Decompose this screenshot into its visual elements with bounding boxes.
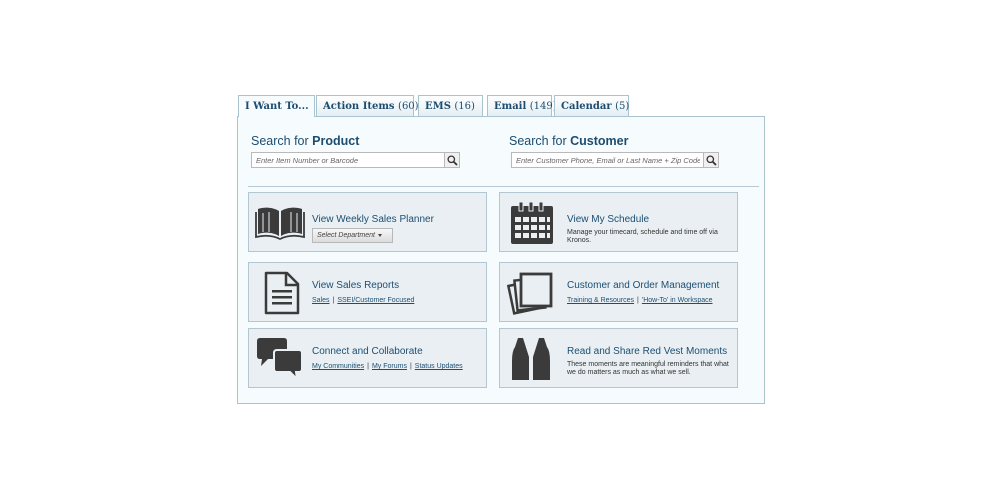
how-to-workspace-link[interactable]: 'How-To' in Workspace: [642, 297, 713, 304]
sales-planner-card: View Weekly Sales Planner Select Departm…: [248, 192, 487, 252]
search-icon: [705, 154, 717, 166]
tab-email[interactable]: Email (149): [487, 95, 557, 116]
collaborate-card: Connect and Collaborate My Communities | M…: [248, 328, 487, 388]
tab-action-items[interactable]: Action Items (60): [316, 95, 419, 116]
product-search-box: [251, 152, 460, 168]
order-management-title[interactable]: Customer and Order Management: [567, 280, 719, 291]
red-vest-description: These moments are meaningful reminders t…: [567, 361, 729, 376]
sales-planner-title[interactable]: View Weekly Sales Planner: [312, 214, 434, 225]
schedule-description: Manage your timecard, schedule and time …: [567, 229, 718, 244]
product-search-title-bold: Product: [312, 134, 360, 148]
link-separator: |: [637, 297, 639, 304]
document-icon: [264, 271, 300, 315]
tab-panel: Search for Product Search for Customer: [237, 116, 765, 404]
tab-ems[interactable]: EMS (16): [418, 95, 483, 116]
search-icon: [446, 154, 458, 166]
red-vest-card: Read and Share Red Vest Moments These mo…: [499, 328, 738, 388]
ssei-customer-focused-link[interactable]: SSEI/Customer Focused: [337, 297, 414, 304]
vest-icon: [512, 338, 550, 380]
link-separator: |: [332, 297, 335, 304]
my-communities-link[interactable]: My Communities: [312, 363, 364, 370]
tab-count: (60): [398, 101, 419, 112]
order-management-card: Customer and Order Management Training &…: [499, 262, 738, 322]
my-forums-link[interactable]: My Forums: [372, 363, 407, 370]
tab-count: (16): [454, 101, 475, 112]
collaborate-links: My Communities | My Forums | Status Updates: [312, 363, 463, 370]
sales-link[interactable]: Sales: [312, 297, 330, 304]
stacked-pages-icon: [506, 272, 553, 315]
schedule-title[interactable]: View My Schedule: [567, 214, 649, 225]
product-search-title: Search for Product: [251, 134, 359, 148]
chat-bubbles-icon: [257, 338, 303, 381]
tab-label: I Want To...: [245, 101, 309, 112]
chevron-down-icon: [377, 233, 382, 237]
customer-search-title: Search for Customer: [509, 134, 628, 148]
link-separator: |: [409, 363, 412, 370]
section-divider: [248, 186, 759, 187]
sales-reports-card: View Sales Reports Sales | SSEI/Customer F…: [248, 262, 487, 322]
training-resources-link[interactable]: Training & Resources: [567, 297, 634, 304]
tab-calendar[interactable]: Calendar (5): [554, 95, 629, 116]
customer-search-input[interactable]: [512, 153, 704, 167]
collaborate-title[interactable]: Connect and Collaborate: [312, 346, 423, 357]
customer-search-title-bold: Customer: [570, 134, 629, 148]
customer-search-button[interactable]: [703, 153, 718, 167]
customer-search-title-prefix: Search for: [509, 134, 571, 148]
select-department-dropdown[interactable]: Select Department: [312, 228, 393, 243]
calendar-icon: [511, 201, 553, 244]
sales-reports-title[interactable]: View Sales Reports: [312, 280, 399, 291]
red-vest-title[interactable]: Read and Share Red Vest Moments: [567, 346, 727, 357]
tab-label: Calendar: [561, 101, 612, 112]
tab-count: (5): [615, 101, 630, 112]
order-management-links: Training & Resources | 'How-To' in Workspa…: [567, 297, 713, 304]
book-icon: [255, 207, 305, 241]
tab-count: (149): [529, 101, 557, 112]
status-updates-link[interactable]: Status Updates: [415, 363, 463, 370]
select-department-label: Select Department: [317, 232, 375, 239]
tab-label: EMS: [425, 101, 451, 112]
tab-label: Email: [494, 101, 527, 112]
tab-i-want-to[interactable]: I Want To...: [238, 95, 315, 117]
product-search-title-prefix: Search for: [251, 134, 313, 148]
product-search-input[interactable]: [252, 153, 445, 167]
sales-reports-links: Sales | SSEI/Customer Focused: [312, 297, 414, 304]
product-search-button[interactable]: [444, 153, 459, 167]
schedule-card: View My Schedule Manage your timecard, s…: [499, 192, 738, 252]
tab-label: Action Items: [323, 101, 395, 112]
customer-search-box: [511, 152, 719, 168]
link-separator: |: [367, 363, 369, 370]
